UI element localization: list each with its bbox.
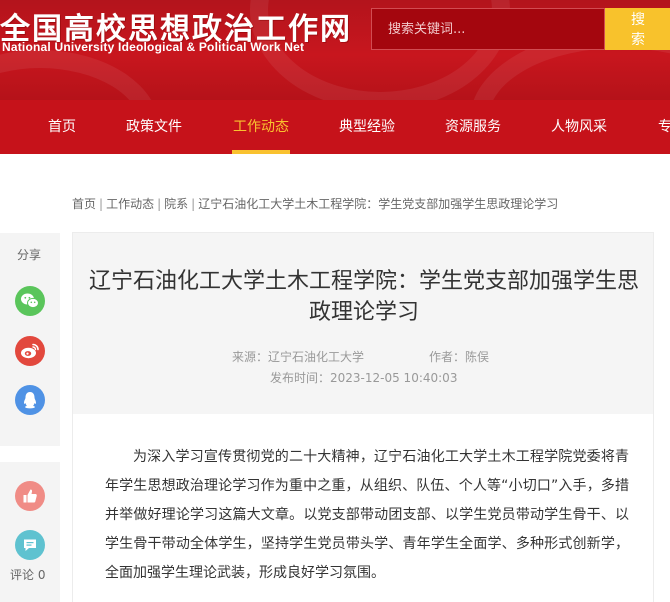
like-button[interactable] (15, 481, 45, 511)
header-decoration (0, 50, 160, 100)
breadcrumb-separator: | (191, 197, 196, 211)
search-input[interactable] (372, 9, 604, 49)
site-header: 全国高校思想政治工作网 National University Ideologi… (0, 0, 670, 100)
wechat-icon (21, 293, 39, 309)
thumbs-up-icon (23, 489, 37, 503)
share-wechat-button[interactable] (15, 286, 45, 316)
search-box (371, 8, 605, 50)
nav-item-special[interactable]: 专 (658, 100, 670, 154)
breadcrumb-current: 辽宁石油化工大学土木工程学院：学生党支部加强学生思政理论学习 (198, 197, 559, 211)
comment-button[interactable] (15, 530, 45, 560)
breadcrumb-work-news[interactable]: 工作动态 (106, 197, 154, 211)
comment-icon (24, 539, 36, 551)
nav-item-experience[interactable]: 典型经验 (339, 100, 395, 154)
site-logo-en[interactable]: National University Ideological & Politi… (2, 40, 304, 54)
nav-item-work-news[interactable]: 工作动态 (233, 100, 289, 154)
comment-count[interactable]: 评论 0 (10, 566, 45, 583)
article-source: 来源：辽宁石油化工大学 (232, 350, 365, 364)
article-paragraph: 为深入学习宣传贯彻党的二十大精神，辽宁石油化工大学土木工程学院党委将青年学生思想… (105, 449, 629, 581)
article-title: 辽宁石油化工大学土木工程学院：学生党支部加强学生思政理论学习 (88, 269, 639, 325)
nav-item-people[interactable]: 人物风采 (551, 100, 607, 154)
breadcrumb: 首页 | 工作动态 | 院系 | 辽宁石油化工大学土木工程学院：学生党支部加强学生思政理论学… (72, 195, 558, 212)
breadcrumb-home[interactable]: 首页 (72, 197, 96, 211)
nav-item-policy[interactable]: 政策文件 (126, 100, 182, 154)
share-label: 分享 (17, 248, 42, 262)
qq-icon (24, 392, 36, 409)
weibo-icon (21, 343, 39, 359)
share-weibo-button[interactable] (15, 336, 45, 366)
breadcrumb-separator: | (99, 197, 104, 211)
main-nav: 首页 政策文件 工作动态 典型经验 资源服务 人物风采 专 (0, 100, 670, 154)
breadcrumb-separator: | (157, 197, 162, 211)
nav-item-home[interactable]: 首页 (48, 100, 76, 154)
search-button[interactable]: 搜 索 (605, 8, 670, 50)
article-publish-time: 发布时间：2023-12-05 10:40:03 (270, 371, 458, 385)
breadcrumb-department[interactable]: 院系 (164, 197, 188, 211)
nav-active-indicator (232, 150, 290, 154)
share-qq-button[interactable] (15, 385, 45, 415)
article-author: 作者：陈俣 (429, 350, 490, 364)
nav-item-resources[interactable]: 资源服务 (445, 100, 501, 154)
